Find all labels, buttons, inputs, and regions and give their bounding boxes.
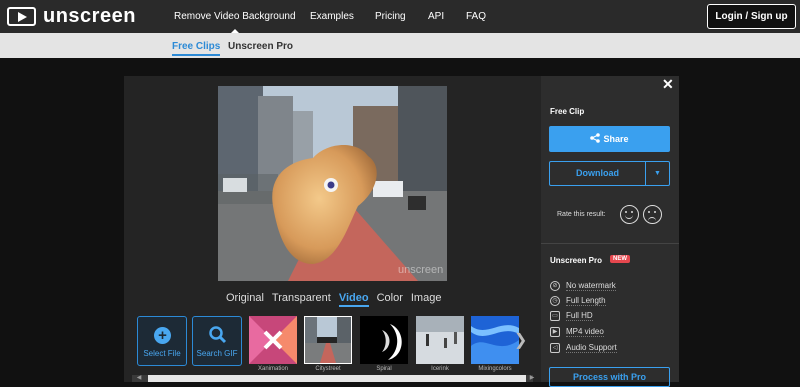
- feature-full-hd: ▭ Full HD: [550, 311, 593, 321]
- tab-color[interactable]: Color: [377, 292, 403, 307]
- thumbnail-mixingcolors[interactable]: [471, 316, 519, 364]
- panel-title: Free Clip: [550, 107, 585, 116]
- video-icon: ▶: [550, 327, 560, 337]
- thumbnail-label-mixingcolors: Mixingcolors: [478, 366, 512, 372]
- tab-unscreen-pro[interactable]: Unscreen Pro: [228, 41, 293, 52]
- thumbnail-icerink[interactable]: [416, 316, 464, 364]
- mixingcolors-image: [471, 316, 519, 364]
- nav-remove-video-background[interactable]: Remove Video Background: [174, 11, 296, 34]
- citystreet-image: [305, 317, 351, 363]
- watermark-text: unscreen: [398, 264, 443, 276]
- search-icon: [209, 326, 227, 344]
- thumbnail-label-citystreet: Citystreet: [315, 366, 341, 372]
- thumbnail-label-icerink: Icerink: [431, 366, 449, 372]
- plus-icon: +: [154, 327, 171, 344]
- sub-nav: Free Clips Unscreen Pro: [0, 33, 800, 58]
- rate-label: Rate this result:: [557, 211, 606, 218]
- sad-face-icon[interactable]: [643, 205, 662, 224]
- video-preview: unscreen: [218, 86, 447, 281]
- thumbnail-spiral[interactable]: [360, 316, 408, 364]
- no-watermark-icon: ⊘: [550, 281, 560, 291]
- thumbnail-xanimation[interactable]: [249, 316, 297, 364]
- search-gif-button[interactable]: Search GIF: [192, 316, 242, 366]
- happy-face-icon[interactable]: [620, 205, 639, 224]
- spiral-image: [360, 316, 408, 364]
- download-button[interactable]: Download: [549, 161, 646, 186]
- thumbnail-label-spiral: Spiral: [376, 366, 392, 372]
- feature-mp4-video: ▶ MP4 video: [550, 327, 604, 337]
- scrollbar-thumb[interactable]: [148, 375, 526, 382]
- tab-original[interactable]: Original: [226, 292, 264, 307]
- tab-transparent[interactable]: Transparent: [272, 292, 331, 307]
- clock-icon: ◷: [550, 296, 560, 306]
- scroll-left-icon[interactable]: ◀: [134, 375, 144, 382]
- xanimation-image: [249, 316, 297, 364]
- top-nav: unscreen Remove Video Background Example…: [0, 0, 800, 34]
- close-icon[interactable]: ✕: [662, 76, 674, 93]
- pro-title: Unscreen Pro: [550, 256, 603, 265]
- logo[interactable]: unscreen: [7, 5, 136, 27]
- search-gif-label: Search GIF: [196, 349, 238, 358]
- feature-full-length: ◷ Full Length: [550, 296, 606, 306]
- share-button[interactable]: Share: [549, 126, 670, 152]
- tab-free-clips[interactable]: Free Clips: [172, 41, 221, 56]
- logo-text: unscreen: [43, 5, 136, 27]
- feature-label: No watermark: [566, 281, 616, 291]
- street-scene-image: unscreen: [218, 86, 447, 281]
- divider: [541, 243, 679, 244]
- chevron-right-icon[interactable]: ❯: [514, 330, 527, 350]
- feature-label: Audio Support: [566, 343, 617, 353]
- hd-icon: ▭: [550, 311, 560, 321]
- feature-no-watermark: ⊘ No watermark: [550, 281, 616, 291]
- nav-examples[interactable]: Examples: [310, 11, 354, 22]
- speaker-icon: ◁: [550, 343, 560, 353]
- feature-audio-support: ◁ Audio Support: [550, 343, 617, 353]
- thumbnail-label-xanimation: Xanimation: [257, 366, 289, 372]
- nav-pricing[interactable]: Pricing: [375, 11, 406, 22]
- tab-video[interactable]: Video: [338, 292, 369, 307]
- view-tabs: Original Transparent Video Color Image: [226, 292, 441, 307]
- nav-faq[interactable]: FAQ: [466, 11, 486, 22]
- feature-label: Full Length: [566, 296, 606, 306]
- process-with-pro-button[interactable]: Process with Pro: [549, 367, 670, 387]
- share-icon: [590, 133, 601, 143]
- select-file-button[interactable]: + Select File: [137, 316, 187, 366]
- feature-label: MP4 video: [566, 327, 604, 337]
- select-file-label: Select File: [143, 349, 181, 358]
- share-label: Share: [603, 134, 629, 144]
- tab-image[interactable]: Image: [411, 292, 442, 307]
- nav-api[interactable]: API: [428, 11, 444, 22]
- scroll-right-icon[interactable]: ▶: [527, 375, 537, 382]
- play-icon: [7, 7, 36, 26]
- thumbnail-citystreet[interactable]: [304, 316, 352, 364]
- login-signup-button[interactable]: Login / Sign up: [707, 4, 796, 29]
- chevron-down-icon[interactable]: ▼: [645, 161, 670, 186]
- new-badge: NEW: [610, 255, 630, 263]
- feature-label: Full HD: [566, 311, 593, 321]
- icerink-image: [416, 316, 464, 364]
